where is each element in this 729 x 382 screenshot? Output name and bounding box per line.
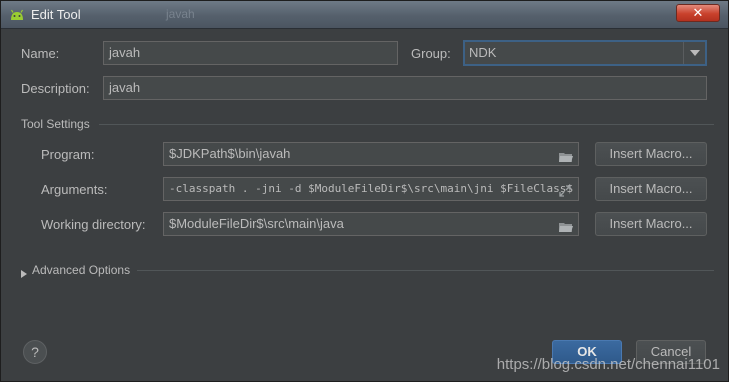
title-bar: Edit Tool javah ✕ (1, 1, 728, 29)
program-label: Program: (41, 147, 95, 162)
chevron-down-icon[interactable] (683, 42, 705, 64)
program-insert-macro-button[interactable]: Insert Macro... (595, 142, 707, 166)
android-icon (9, 8, 25, 22)
program-input[interactable]: $JDKPath$\bin\javah (163, 142, 579, 166)
folder-icon[interactable] (559, 218, 573, 232)
description-label: Description: (21, 81, 90, 96)
name-input[interactable]: javah (103, 41, 398, 65)
workdir-insert-macro-button[interactable]: Insert Macro... (595, 212, 707, 236)
window-title: Edit Tool (31, 7, 81, 22)
working-directory-value: $ModuleFileDir$\src\main\java (169, 216, 344, 231)
close-icon: ✕ (692, 5, 704, 20)
help-icon: ? (31, 344, 39, 360)
advanced-options-label: Advanced Options (32, 263, 131, 277)
program-value: $JDKPath$\bin\javah (169, 146, 291, 161)
advanced-options-separator (137, 270, 714, 271)
arguments-label: Arguments: (41, 182, 108, 197)
watermark-text: https://blog.csdn.net/chennai1101 (496, 356, 720, 373)
name-label: Name: (21, 46, 60, 61)
folder-icon[interactable] (559, 148, 573, 162)
arguments-value: -classpath . -jni -d $ModuleFileDir$\src… (169, 182, 573, 195)
background-tab-label: javah (166, 7, 195, 21)
chevron-right-icon (21, 266, 27, 281)
help-button[interactable]: ? (23, 340, 47, 364)
tool-settings-title: Tool Settings (21, 117, 90, 131)
group-label: Group: (411, 46, 451, 61)
arguments-input[interactable]: -classpath . -jni -d $ModuleFileDir$\src… (163, 177, 579, 201)
group-select[interactable]: NDK (463, 40, 707, 66)
tool-settings-separator (99, 124, 714, 125)
working-directory-label: Working directory: (41, 217, 146, 232)
advanced-options-toggle[interactable]: Advanced Options (21, 263, 141, 279)
close-button[interactable]: ✕ (676, 4, 720, 22)
group-select-value: NDK (469, 45, 497, 60)
dialog-content: Name: javah Group: NDK Description: java… (7, 29, 724, 377)
description-input[interactable]: javah (103, 76, 707, 100)
expand-icon[interactable] (559, 183, 573, 197)
edit-tool-dialog: Edit Tool javah ✕ Name: javah Group: NDK… (0, 0, 729, 382)
arguments-insert-macro-button[interactable]: Insert Macro... (595, 177, 707, 201)
working-directory-input[interactable]: $ModuleFileDir$\src\main\java (163, 212, 579, 236)
